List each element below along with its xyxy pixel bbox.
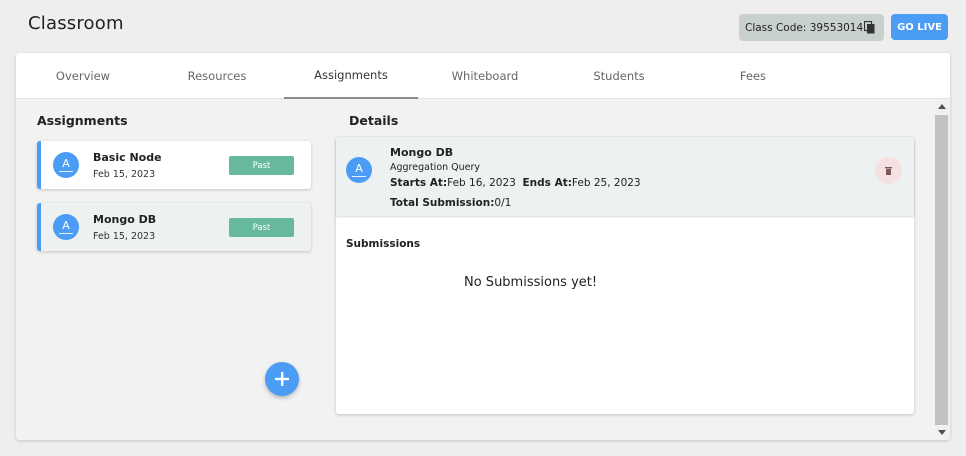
avatar: A	[53, 214, 79, 240]
tab-bar: Overview Resources Assignments Whiteboar…	[16, 53, 950, 99]
detail-total: Total Submission:0/1	[390, 197, 511, 209]
empty-submissions-text: No Submissions yet!	[464, 275, 598, 290]
scroll-up-arrow-icon[interactable]	[938, 104, 946, 109]
details-heading: Details	[349, 113, 399, 128]
avatar-letter: A	[62, 156, 70, 170]
submissions-heading: Submissions	[346, 238, 421, 250]
add-assignment-button[interactable]	[265, 362, 299, 396]
total-label: Total Submission:	[390, 197, 495, 209]
detail-name: Mongo DB	[390, 146, 454, 159]
tab-assignments[interactable]: Assignments	[284, 53, 418, 99]
assignment-date: Feb 15, 2023	[93, 169, 156, 180]
classroom-card: Overview Resources Assignments Whiteboar…	[16, 53, 950, 440]
assignments-heading: Assignments	[37, 113, 128, 128]
go-live-button[interactable]: GO LIVE	[891, 14, 948, 40]
avatar-underline	[352, 175, 366, 177]
scroll-down-arrow-icon[interactable]	[938, 430, 946, 435]
starts-label: Starts At:	[390, 177, 448, 189]
trash-icon	[885, 166, 892, 175]
assignment-item[interactable]: A Basic Node Feb 15, 2023 Past	[37, 141, 311, 189]
tab-fees[interactable]: Fees	[686, 53, 820, 99]
avatar-letter: A	[62, 218, 70, 232]
tab-whiteboard[interactable]: Whiteboard	[418, 53, 552, 99]
avatar: A	[346, 157, 372, 183]
starts-value: Feb 16, 2023	[447, 177, 516, 189]
details-panel: A Mongo DB Aggregation Query Starts At:F…	[336, 137, 914, 414]
tab-students[interactable]: Students	[552, 53, 686, 99]
status-badge: Past	[229, 218, 294, 237]
detail-dates: Starts At:Feb 16, 2023 Ends At:Feb 25, 2…	[390, 177, 641, 189]
ends-value: Feb 25, 2023	[571, 177, 641, 189]
assignment-name: Basic Node	[93, 151, 162, 164]
assignment-item[interactable]: A Mongo DB Feb 15, 2023 Past	[37, 203, 311, 251]
scroll-thumb[interactable]	[935, 115, 948, 425]
vertical-scrollbar[interactable]	[934, 99, 950, 440]
avatar-letter: A	[355, 161, 363, 175]
class-code-text: Class Code: 39553014	[745, 21, 864, 34]
page-title: Classroom	[28, 13, 124, 34]
copy-icon[interactable]	[864, 21, 875, 34]
assignment-name: Mongo DB	[93, 213, 157, 226]
tab-resources[interactable]: Resources	[150, 53, 284, 99]
delete-button[interactable]	[875, 157, 902, 184]
details-header: A Mongo DB Aggregation Query Starts At:F…	[336, 137, 914, 216]
detail-subtitle: Aggregation Query	[390, 162, 481, 173]
plus-icon	[275, 372, 289, 386]
status-badge: Past	[229, 156, 294, 175]
tab-overview[interactable]: Overview	[16, 53, 150, 99]
total-value: 0/1	[494, 197, 512, 209]
ends-label: Ends At:	[522, 177, 572, 189]
assignment-date: Feb 15, 2023	[93, 231, 156, 242]
avatar-underline	[59, 232, 73, 234]
avatar: A	[53, 152, 79, 178]
class-code-chip[interactable]: Class Code: 39553014	[739, 14, 884, 41]
avatar-underline	[59, 170, 73, 172]
